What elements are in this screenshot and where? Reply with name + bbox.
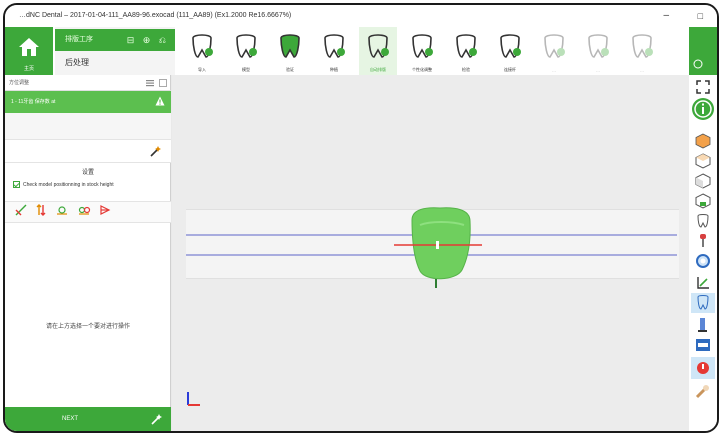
magic-wand-icon[interactable] [149,144,163,158]
tooth-arrange-icon [368,34,389,58]
tool-label: 导入 [198,67,206,72]
settings-section: 设置 Check model positionning in stock hei… [5,167,171,197]
panel-header: 方位调整 [5,75,171,91]
cube-side-icon[interactable] [695,173,711,189]
tool-label: 种植 [330,67,338,72]
tool-label: 个性化调整 [412,67,432,72]
ring-blue-icon[interactable] [695,253,711,269]
window-title: …dNC Dental – 2017-01-04-111_AA89-96.exo… [19,12,292,19]
tool-label: 检验 [462,67,470,72]
list-icon[interactable] [145,79,154,87]
checkbox-label: Check model positionning in stock height [23,181,114,188]
app-window: …dNC Dental – 2017-01-04-111_AA89-96.exo… [3,3,719,433]
main-toolbar: 主页 排版工序 ⊟ ⊕ ⎌ 后处理 导入 模型 验证 种植 自动排版 个性化调整 检验 连接杆… [5,27,717,75]
tooth-level-icon[interactable] [77,203,91,221]
tool-tooth-add[interactable]: 导入 [183,27,221,75]
tool-row [5,139,171,163]
move-vertical-icon[interactable] [35,203,47,221]
brush-icon[interactable] [695,383,711,399]
tooth-disabled-1-icon [544,34,565,58]
axis-indicator [187,392,200,406]
axis-green-icon[interactable] [695,275,711,291]
tooth-view-icon[interactable] [695,213,711,229]
list-item[interactable]: 1 - 11牙齿 保存数 at [5,91,171,113]
tooth-tilt-icon[interactable] [55,203,69,221]
empty-hint: 请在上方选择一个要对进行操作 [45,324,130,330]
grid-icon[interactable] [159,79,167,87]
empty-row [5,113,171,139]
home-icon [19,38,39,56]
tooth-model-icon [236,34,257,58]
tooth-active-icon[interactable] [691,293,715,313]
settings-title: 设置 [81,170,94,176]
minimize-button[interactable]: – [663,5,669,27]
info-icon[interactable] [691,97,715,121]
cube-orange-icon[interactable] [695,133,711,149]
cube-front-icon[interactable] [695,193,711,209]
title-bar: …dNC Dental – 2017-01-04-111_AA89-96.exo… [5,5,717,27]
fullscreen-icon[interactable] [695,79,711,95]
scene-overlay [186,207,677,288]
tooth-add-icon [192,34,213,58]
tooth-implant-icon [324,34,345,58]
maximize-button[interactable]: □ [698,5,703,27]
magic-wand-icon[interactable] [151,413,163,425]
workflow-stage-icons[interactable]: ⊟ ⊕ ⎌ [127,29,169,51]
right-toolbar [689,27,717,431]
model-pivot [436,241,439,249]
tool-label: … [552,68,556,73]
tooth-connect-icon [500,34,521,58]
3d-viewport[interactable] [172,75,689,431]
tool-tooth-disabled-2: … [579,27,617,75]
tool-label: … [640,68,644,73]
tool-tooth-implant[interactable]: 种植 [315,27,353,75]
next-button[interactable]: NEXT [5,407,171,431]
rotate-axis-icon[interactable] [15,203,27,221]
ruler-icon[interactable] [695,317,711,333]
tool-label: 自动排版 [370,67,386,72]
warning-icon [155,96,165,106]
tool-tooth-check[interactable]: 验证 [271,27,309,75]
tool-tooth-inspect[interactable]: 检验 [447,27,485,75]
tool-tooth-arrange[interactable]: 自动排版 [359,27,397,75]
right-toolbar-header[interactable] [689,27,717,75]
tool-label: 模型 [242,67,250,72]
panel-header-title: 方位调整 [9,80,30,86]
workflow-stage-label: 排版工序 [65,36,93,43]
tool-label: 连接杆 [504,67,516,72]
tool-tooth-connect[interactable]: 连接杆 [491,27,529,75]
tool-tooth-model[interactable]: 模型 [227,27,265,75]
workflow-stage[interactable]: 排版工序 ⊟ ⊕ ⎌ [55,29,175,51]
tooth-model[interactable] [411,207,471,280]
implant-red-icon[interactable] [695,233,711,249]
alert-icon[interactable] [691,357,715,379]
flag-icon[interactable] [99,203,111,221]
next-label: NEXT [61,416,78,422]
tooth-check-icon [280,34,300,58]
position-check-checkbox[interactable]: Check model positionning in stock height [13,181,114,188]
workflow-panel: 排版工序 ⊟ ⊕ ⎌ 后处理 [55,27,175,75]
help-icon[interactable] [693,59,703,69]
tooth-disabled-3-icon [632,34,653,58]
tool-tooth-disabled-3: … [623,27,661,75]
tool-tooth-disabled-1: … [535,27,573,75]
checkbox-box[interactable] [13,181,20,188]
list-item-label: 1 - 11牙齿 保存数 at [11,99,56,105]
home-label: 主页 [23,66,34,72]
tool-label: … [596,68,600,73]
export-icon[interactable] [695,337,711,353]
workflow-substage[interactable]: 后处理 [65,57,89,68]
left-panel: 方位调整 1 - 11牙齿 保存数 at 设置 Check model posi… [5,75,171,431]
cube-top-icon[interactable] [695,153,711,169]
alignment-tools [5,201,171,223]
tool-tooth-adjust[interactable]: 个性化调整 [403,27,441,75]
tooth-adjust-icon [412,34,433,58]
tool-label: 验证 [286,67,294,72]
home-button[interactable]: 主页 [5,27,53,75]
tooth-disabled-2-icon [588,34,609,58]
workflow-tools: 导入 模型 验证 种植 自动排版 个性化调整 检验 连接杆 … … … [183,27,677,75]
tooth-inspect-icon [456,34,477,58]
